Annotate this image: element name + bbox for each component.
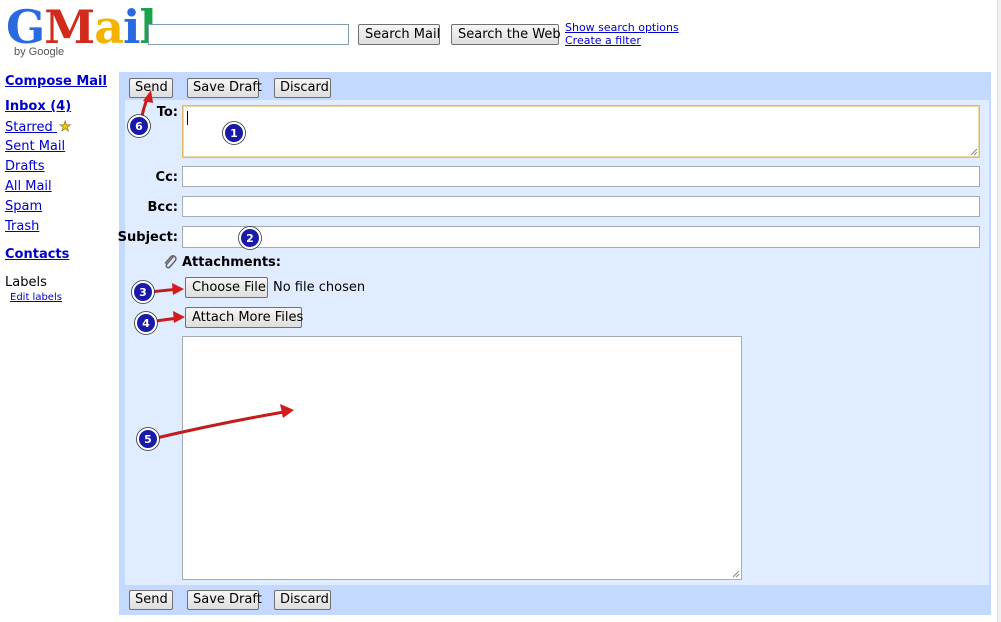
subject-field[interactable] [182,226,980,248]
window-scrollbar[interactable] [997,0,1001,622]
text-caret [187,111,188,125]
discard-button-bottom[interactable]: Discard [274,590,331,610]
send-button-bottom[interactable]: Send [129,590,173,610]
subject-label: Subject: [117,230,178,245]
attach-more-files-button[interactable]: Attach More Files [185,307,303,328]
choose-file-button[interactable]: Choose File [185,277,268,298]
create-filter-link[interactable]: Create a filter [565,34,641,47]
sidebar-item-starred[interactable]: Starred ★ [5,119,72,136]
sidebar-item-inbox[interactable]: Inbox (4) [5,99,71,114]
resize-grip-icon[interactable] [731,569,740,578]
star-icon: ★ [58,119,72,136]
contacts-link[interactable]: Contacts [5,247,69,262]
sidebar-item-drafts[interactable]: Drafts [5,159,45,174]
attachments-label: Attachments: [182,255,281,270]
resize-grip-icon[interactable] [969,147,978,156]
cc-field[interactable] [182,166,980,187]
bcc-field[interactable] [182,196,980,217]
edit-labels-link[interactable]: Edit labels [10,292,62,303]
show-search-options-link[interactable]: Show search options [565,21,679,34]
search-mail-button[interactable]: Search Mail [358,24,440,45]
save-draft-button-top[interactable]: Save Draft [187,78,262,98]
search-input[interactable] [148,24,349,45]
logo-byline: by Google [14,46,65,58]
no-file-chosen-text: No file chosen [273,280,366,295]
to-field[interactable] [182,105,980,158]
sidebar-item-all-mail[interactable]: All Mail [5,179,52,194]
search-web-button[interactable]: Search the Web [451,24,561,45]
save-draft-button-bottom[interactable]: Save Draft [187,590,262,610]
gmail-logo[interactable]: GMail by Google [6,4,157,62]
compose-mail-link[interactable]: Compose Mail [5,74,107,89]
cc-label: Cc: [155,170,178,185]
discard-button-top[interactable]: Discard [274,78,331,98]
to-label: To: [156,105,178,120]
sidebar-item-label: Starred [5,120,53,135]
bcc-label: Bcc: [147,200,178,215]
labels-heading: Labels [5,275,47,290]
sidebar-item-sent-mail[interactable]: Sent Mail [5,139,65,154]
paperclip-icon [164,255,177,269]
sidebar-item-spam[interactable]: Spam [5,199,42,214]
sidebar-item-trash[interactable]: Trash [5,219,39,234]
message-body-textarea[interactable] [182,336,742,580]
logo-wordmark: GMail [6,0,157,54]
send-button-top[interactable]: Send [129,78,173,98]
